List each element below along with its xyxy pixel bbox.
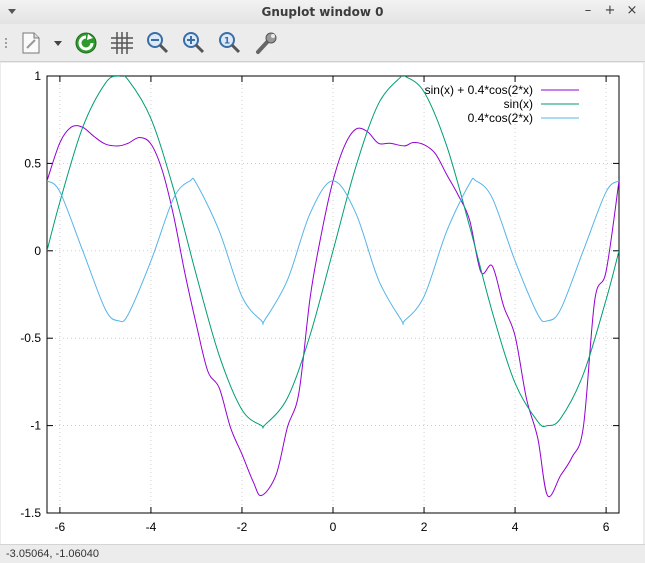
window-menu-icon[interactable]: [6, 5, 18, 17]
chart[interactable]: -6 -4 -2 0 2 4 6 -1.5 -1 -0.5 0 0.5 1 sin(x) + 0.4*c…: [1, 63, 643, 544]
zoom-out-icon: [147, 32, 169, 54]
replot-button[interactable]: [71, 28, 101, 58]
plot-canvas[interactable]: -6 -4 -2 0 2 4 6 -1.5 -1 -0.5 0 0.5 1 sin(x) + 0.4*c…: [1, 63, 643, 544]
zoom-out-button[interactable]: [142, 28, 172, 58]
x-tick-label: -2: [237, 520, 248, 534]
grid-toggle-button[interactable]: [107, 28, 137, 58]
export-button[interactable]: [16, 28, 46, 58]
export-dropdown-button[interactable]: [50, 28, 66, 58]
toolbar: 1: [0, 24, 645, 62]
window-title: Gnuplot window 0: [261, 5, 384, 19]
minimize-button[interactable]: –: [581, 4, 595, 18]
zoom-reset-icon: 1: [219, 32, 241, 54]
zoom-in-icon: [183, 32, 205, 54]
maximize-button[interactable]: +: [603, 4, 617, 18]
legend-label: sin(x) + 0.4*cos(2*x): [425, 83, 533, 97]
settings-wrench-icon: [256, 32, 277, 54]
x-tick-label: 6: [603, 520, 610, 534]
toolbar-grip-icon[interactable]: [4, 37, 8, 49]
y-tick-label: 0: [34, 244, 41, 258]
y-tick-label: -1: [30, 419, 41, 433]
series-line-2: [47, 76, 619, 429]
cursor-coordinates: -3.05064, -1.06040: [6, 548, 99, 560]
chevron-down-icon: [54, 41, 62, 46]
y-tick-label: -0.5: [20, 331, 41, 345]
svg-text:1: 1: [224, 37, 230, 47]
close-button[interactable]: ×: [625, 4, 639, 18]
x-tick-label: -6: [55, 520, 66, 534]
y-tick-label: 1: [34, 69, 41, 83]
x-tick-label: -4: [146, 520, 157, 534]
legend-label: 0.4*cos(2*x): [468, 111, 533, 125]
y-tick-label: -1.5: [20, 506, 41, 520]
grid-icon: [111, 32, 133, 54]
replot-icon: [75, 32, 97, 54]
settings-button[interactable]: [251, 28, 281, 58]
x-tick-label: 0: [330, 520, 337, 534]
window-titlebar[interactable]: Gnuplot window 0 – + ×: [0, 0, 645, 24]
legend-label: sin(x): [504, 97, 533, 111]
export-icon: [22, 32, 40, 54]
x-tick-label: 2: [421, 520, 428, 534]
plot-border: [46, 75, 620, 514]
status-bar: -3.05064, -1.06040: [0, 544, 645, 563]
y-tick-label: 0.5: [24, 156, 41, 170]
zoom-reset-button[interactable]: 1: [214, 28, 244, 58]
zoom-in-button[interactable]: [178, 28, 208, 58]
x-tick-label: 4: [512, 520, 519, 534]
